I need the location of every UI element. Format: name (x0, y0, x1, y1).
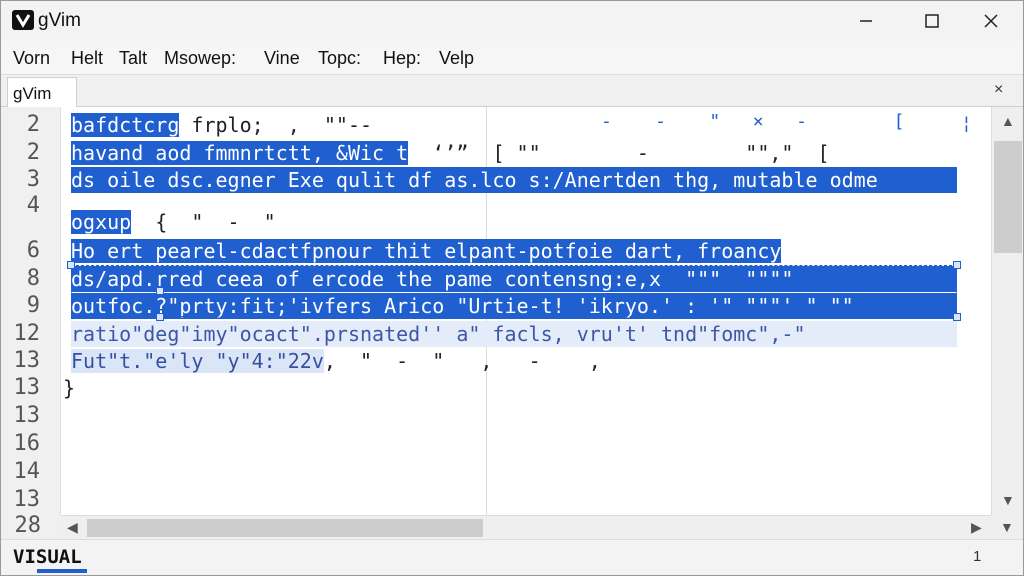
line-number: 3 (26, 167, 40, 192)
close-icon (984, 14, 998, 28)
gvim-window: gVim Vorn Helt Talt Msowep: Vine Topc: H… (0, 0, 1024, 576)
scroll-up-arrow-icon[interactable]: ▲ (1001, 113, 1015, 129)
title-bar[interactable]: gVim (1, 1, 1023, 41)
line-number: 2 (26, 140, 40, 165)
horizontal-scroll-thumb[interactable] (87, 519, 483, 537)
code-text: frplo; , ""-- (179, 113, 373, 137)
block-selection-frame[interactable] (71, 265, 957, 317)
selected-text: ds oile dsc.egner Exe qulit df as.lco s:… (71, 168, 878, 192)
menu-item-velp[interactable]: Velp (439, 48, 474, 68)
horizontal-scrollbar[interactable]: ◀ ▶ (61, 515, 991, 539)
code-line: } (63, 375, 75, 401)
faded-text: ratio"deg"imy"ocact".prsnated'' a" facls… (71, 322, 806, 346)
line-number: 28 (14, 513, 42, 538)
scroll-right-arrow-icon[interactable]: ▶ (971, 519, 982, 536)
code-line: Fut"t."e'ly "y"4:"22v, " - " , - , (71, 348, 601, 374)
maximize-icon (925, 14, 939, 28)
menu-item-helt[interactable]: Helt (71, 48, 103, 68)
menu-item-vine[interactable]: Vine (264, 48, 300, 68)
code-text: ‘’” [ "" - ""," [ (408, 141, 830, 165)
vim-logo-icon (12, 10, 34, 30)
menu-bar: Vorn Helt Talt Msowep: Vine Topc: Hep: V… (1, 41, 1023, 75)
selection-handle[interactable] (953, 313, 961, 321)
close-button[interactable] (968, 1, 1014, 41)
ghost-glyph: ¦ (961, 113, 972, 134)
gutter-bottom: 28 (1, 513, 61, 539)
selection-handle[interactable] (953, 261, 961, 269)
code-line-faded: ratio"deg"imy"ocact".prsnated'' a" facls… (71, 321, 957, 347)
line-number: 6 (26, 238, 40, 263)
line-number: 4 (26, 193, 40, 218)
selection-handle[interactable] (67, 261, 75, 269)
scroll-down-arrow-icon[interactable]: ▼ (1001, 492, 1015, 508)
code-line-selected: Ho ert pearel-cdactfpnour thit elpant-po… (71, 238, 957, 264)
code-text: { " - " (131, 210, 276, 234)
window-title: gVim (38, 10, 81, 31)
minimize-button[interactable] (843, 1, 889, 41)
mode-highlight-bar (37, 569, 87, 573)
code-line: havand aod fmmnrtctt, &Wic t ‘’” [ "" - … (71, 140, 830, 166)
line-number-gutter: 2 2 3 4 6 8 9 12 13 13 13 16 14 13 (1, 107, 61, 515)
menu-item-msowep[interactable]: Msowep: (164, 48, 236, 68)
selection-handle[interactable] (156, 313, 164, 321)
code-text: } (63, 376, 76, 400)
faded-text: Fut"t."e'ly "y"4:"22v (71, 349, 324, 373)
mode-indicator: VISUAL (13, 546, 82, 568)
code-text: , " - " , - , (323, 349, 601, 373)
selected-text: ogxup (71, 210, 132, 234)
selection-handle[interactable] (156, 287, 164, 295)
line-number: 13 (13, 375, 41, 400)
tab-close-icon[interactable]: × (994, 81, 1003, 99)
status-line: VISUAL 1 (1, 539, 1023, 575)
selected-text: havand aod fmmnrtctt, &Wic t (71, 141, 409, 165)
ghost-glyphs: - - " × - [ (601, 111, 905, 132)
editor-area[interactable]: 2 2 3 4 6 8 9 12 13 13 13 16 14 13 bafdc… (1, 107, 991, 515)
menu-item-hep[interactable]: Hep: (383, 48, 421, 68)
tab-label: gVim (13, 84, 52, 103)
maximize-button[interactable] (909, 1, 955, 41)
menu-item-talt[interactable]: Talt (119, 48, 147, 68)
cursor-position: 1 (973, 548, 982, 565)
line-number: 13 (13, 487, 41, 512)
selected-text: bafdctcrg (71, 113, 180, 137)
menu-item-vorn[interactable]: Vorn (13, 48, 50, 68)
line-number: 2 (26, 112, 40, 137)
tab-gvim[interactable]: gVim (7, 77, 77, 107)
line-number: 13 (13, 348, 41, 373)
menu-item-topc[interactable]: Topc: (318, 48, 361, 68)
code-line-selected: ds oile dsc.egner Exe qulit df as.lco s:… (71, 167, 957, 193)
vertical-scroll-thumb[interactable] (994, 141, 1022, 253)
scroll-down-arrow-icon[interactable]: ▼ (1000, 519, 1014, 535)
line-number: 9 (26, 293, 40, 318)
line-number: 12 (13, 321, 41, 346)
vertical-scrollbar[interactable]: ▲ ▼ (991, 107, 1023, 515)
code-line: ogxup { " - " (71, 209, 276, 235)
scroll-left-arrow-icon[interactable]: ◀ (67, 519, 78, 536)
line-number: 14 (13, 459, 41, 484)
scrollbar-corner: ▼ (991, 515, 1023, 539)
line-number: 8 (26, 266, 40, 291)
selected-text: Ho ert pearel-cdactfpnour thit elpant-po… (71, 239, 782, 263)
minimize-icon (860, 20, 872, 22)
code-line: bafdctcrg frplo; , ""-- (71, 112, 372, 138)
line-number: 13 (13, 403, 41, 428)
line-number: 16 (13, 431, 41, 456)
tab-bar: gVim × (1, 75, 1023, 107)
